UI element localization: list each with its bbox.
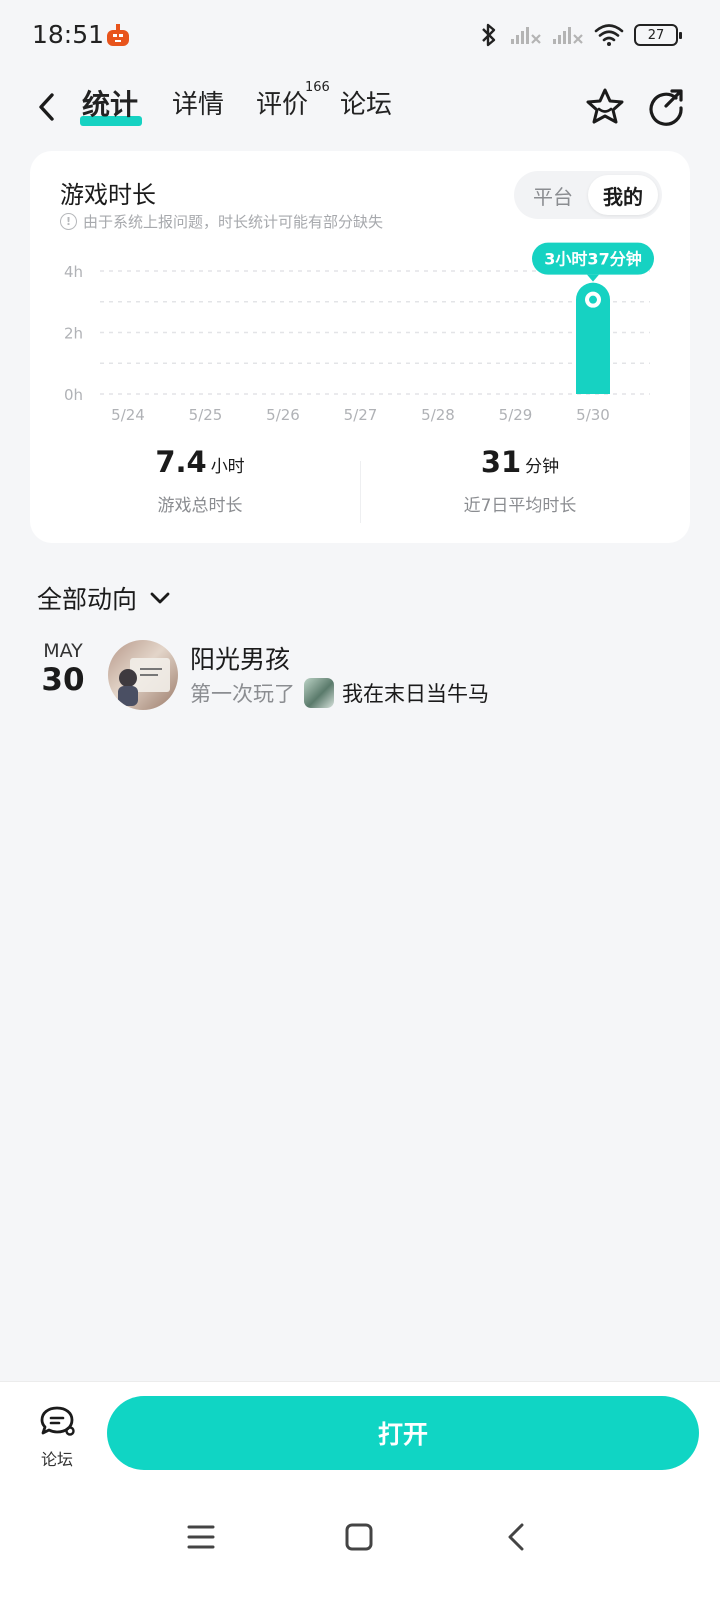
- average-playtime-unit: 分钟: [525, 457, 560, 477]
- x-tick-label: 5/27: [344, 406, 378, 424]
- average-playtime-value: 31: [480, 445, 522, 479]
- signal-2-icon: [553, 27, 583, 44]
- activity-month: MAY: [43, 640, 83, 662]
- home-icon[interactable]: [344, 1522, 374, 1552]
- playtime-chart: 0h 2h 4h 5/24 5/25 5/26 5/27 5/28 5/29 5/30 3小时37分…: [64, 242, 654, 424]
- nav-back-icon[interactable]: [502, 1522, 532, 1552]
- system-nav-bar: [0, 1522, 720, 1582]
- total-playtime: 7.4 小时 游戏总时长: [50, 445, 350, 516]
- tab-forum[interactable]: 论坛: [340, 88, 392, 122]
- battery-level: 27: [647, 27, 665, 43]
- game-name[interactable]: 我在末日当牛马: [342, 678, 489, 708]
- total-playtime-label: 游戏总时长: [157, 496, 243, 516]
- status-bar: 18:51 27: [0, 0, 720, 72]
- card-notice: ! 由于系统上报问题，时长统计可能有部分缺失: [60, 211, 383, 232]
- y-tick-label: 0h: [64, 386, 83, 404]
- activity-date: MAY 30: [36, 640, 90, 698]
- app-notification-icon: [107, 24, 129, 46]
- x-tick-label: 5/28: [421, 406, 455, 424]
- back-icon[interactable]: [34, 90, 60, 124]
- notice-text: 由于系统上报问题，时长统计可能有部分缺失: [83, 213, 384, 231]
- wifi-icon: [594, 24, 624, 46]
- segment-mine[interactable]: 我的: [588, 175, 658, 215]
- status-time: 18:51: [32, 20, 105, 49]
- chart-tooltip-text: 3小时37分钟: [544, 250, 641, 269]
- avatar[interactable]: [108, 640, 178, 710]
- x-tick-label: 5/26: [266, 406, 300, 424]
- top-nav: 统计 详情 评价 166 论坛: [0, 72, 720, 142]
- playtime-card: 游戏时长 ! 由于系统上报问题，时长统计可能有部分缺失 平台 我的 0h 2h 4h…: [30, 151, 690, 543]
- open-game-button[interactable]: 打开: [107, 1396, 699, 1470]
- y-tick-label: 2h: [64, 325, 83, 343]
- share-icon[interactable]: [646, 86, 686, 126]
- chat-bubble-icon: [40, 1406, 75, 1436]
- reviews-count-badge: 166: [305, 80, 330, 95]
- chart-marker-dot: [589, 295, 597, 304]
- x-tick-label: 5/29: [499, 406, 533, 424]
- forum-button[interactable]: 论坛: [30, 1404, 84, 1470]
- user-name[interactable]: 阳光男孩: [190, 640, 290, 676]
- segment-platform[interactable]: 平台: [518, 175, 588, 215]
- y-tick-label: 4h: [64, 263, 83, 281]
- card-title: 游戏时长: [60, 181, 156, 209]
- x-tick-label: 5/30: [576, 406, 610, 424]
- forum-label: 论坛: [40, 1450, 73, 1469]
- activity-description: 第一次玩了 我在末日当牛马: [190, 678, 489, 708]
- average-playtime: 31 分钟 近7日平均时长: [370, 445, 670, 516]
- signal-1-icon: [511, 27, 541, 44]
- menu-icon[interactable]: [186, 1522, 216, 1552]
- chart-tooltip-pointer: [587, 274, 599, 282]
- info-icon: !: [60, 213, 77, 230]
- activity-verb: 第一次玩了: [190, 682, 295, 706]
- source-toggle: 平台 我的: [514, 171, 662, 219]
- activity-filter[interactable]: 全部动向: [37, 580, 171, 616]
- bluetooth-icon: [482, 23, 496, 47]
- x-tick-label: 5/24: [111, 406, 145, 424]
- activity-day: 30: [41, 662, 85, 698]
- activity-filter-label: 全部动向: [37, 585, 138, 614]
- game-icon[interactable]: [304, 678, 334, 708]
- tab-stats[interactable]: 统计: [82, 88, 138, 122]
- battery-icon: 27: [634, 24, 682, 46]
- bottom-bar: 论坛 打开: [0, 1381, 720, 1600]
- tab-reviews[interactable]: 评价: [256, 88, 308, 122]
- tab-details[interactable]: 详情: [172, 88, 224, 122]
- total-playtime-value: 7.4: [155, 445, 207, 479]
- chevron-down-icon: [150, 592, 170, 604]
- x-tick-label: 5/25: [189, 406, 223, 424]
- stat-divider: [360, 461, 361, 523]
- total-playtime-unit: 小时: [210, 457, 245, 477]
- star-icon[interactable]: [584, 86, 626, 128]
- average-playtime-label: 近7日平均时长: [463, 496, 577, 516]
- avatar-image: [118, 658, 170, 706]
